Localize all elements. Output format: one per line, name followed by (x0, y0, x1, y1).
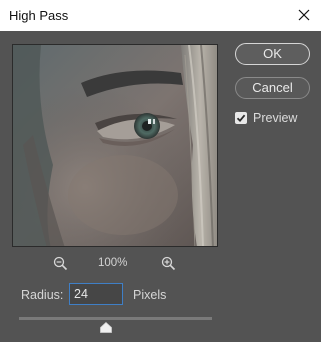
preview-toggle[interactable]: Preview (235, 111, 297, 125)
radius-slider-track[interactable] (19, 317, 212, 320)
zoom-level: 100% (98, 257, 128, 269)
zoom-controls: 100% (0, 256, 230, 272)
title-bar: High Pass (0, 0, 321, 31)
radius-slider-thumb[interactable] (100, 320, 112, 333)
radius-unit-label: Pixels (133, 288, 167, 302)
ok-button[interactable]: OK (235, 43, 310, 65)
preview-checkbox[interactable] (235, 112, 247, 124)
checkmark-icon (236, 114, 246, 123)
radius-input[interactable]: 24 (69, 283, 123, 305)
preview-image[interactable] (12, 44, 218, 247)
dialog-title: High Pass (9, 8, 69, 23)
radius-label: Radius: (21, 288, 64, 302)
zoom-out-icon[interactable] (53, 256, 68, 271)
close-icon[interactable] (294, 5, 314, 25)
cancel-button[interactable]: Cancel (235, 77, 310, 99)
preview-label: Preview (253, 111, 298, 125)
zoom-in-icon[interactable] (161, 256, 176, 271)
